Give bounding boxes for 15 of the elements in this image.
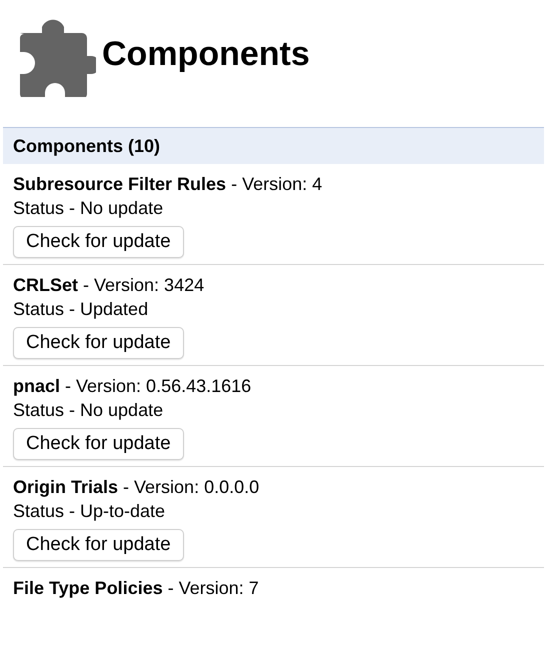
check-update-button[interactable]: Check for update xyxy=(13,428,184,460)
component-title: pnacl - Version: 0.56.43.1616 xyxy=(13,375,252,398)
check-update-button[interactable]: Check for update xyxy=(13,226,184,258)
component-title: CRLSet - Version: 3424 xyxy=(13,274,206,297)
component-status: Status - No update xyxy=(13,197,164,220)
check-update-button[interactable]: Check for update xyxy=(13,529,184,561)
component-status: Status - No update xyxy=(13,399,164,422)
page-title: Components xyxy=(102,34,310,74)
section-header: Components (10) xyxy=(3,127,544,164)
component-title: Origin Trials - Version: 0.0.0.0 xyxy=(13,476,260,499)
check-update-button[interactable]: Check for update xyxy=(13,327,184,359)
component-status: Status - Updated xyxy=(13,298,150,321)
component-title: File Type Policies - Version: 7 xyxy=(13,577,260,600)
component-status: Status - Up-to-date xyxy=(13,500,166,523)
component-title: Subresource Filter Rules - Version: 4 xyxy=(13,173,324,196)
